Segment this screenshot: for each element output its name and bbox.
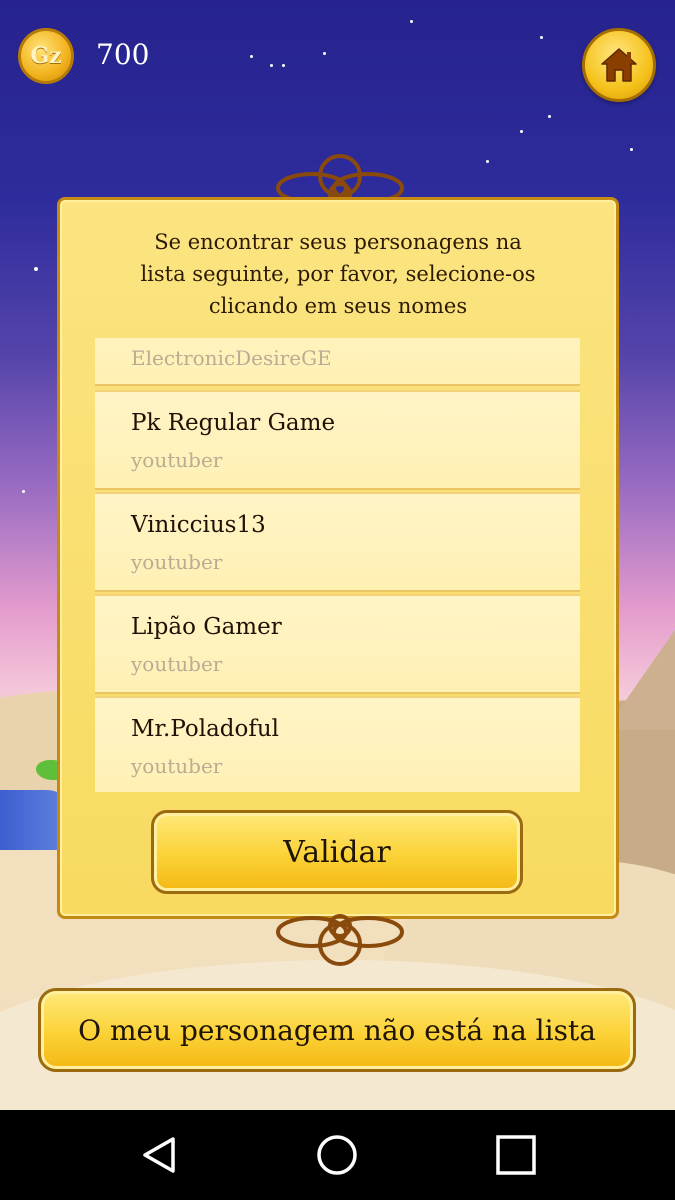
character-not-listed-button[interactable]: O meu personagem não está na lista <box>38 988 636 1072</box>
star <box>250 55 253 58</box>
instructions-line: lista seguinte, por favor, selecione-os <box>140 262 536 286</box>
instructions-line: Se encontrar seus personagens na <box>154 230 522 254</box>
character-name: ElectronicDesireGE <box>131 346 332 370</box>
validate-button[interactable]: Validar <box>151 810 523 894</box>
star <box>630 148 633 151</box>
character-subtitle: youtuber <box>131 652 223 676</box>
instructions-line: clicando em seus nomes <box>208 294 468 318</box>
character-list-item[interactable]: Pk Regular Game youtuber <box>95 390 580 490</box>
star <box>22 490 25 493</box>
circle-home-icon <box>317 1135 357 1175</box>
nav-recents-button[interactable] <box>491 1130 541 1180</box>
star <box>410 20 413 23</box>
character-list-item[interactable]: ElectronicDesireGE <box>95 338 580 386</box>
star <box>323 52 326 55</box>
nav-back-button[interactable] <box>134 1130 184 1180</box>
coin-balance: 700 <box>96 38 150 71</box>
star <box>282 64 285 67</box>
star <box>34 267 38 271</box>
square-recents-icon <box>496 1135 536 1175</box>
character-subtitle: youtuber <box>131 448 223 472</box>
home-icon <box>601 48 637 82</box>
star <box>520 130 523 133</box>
character-name: Lipão Gamer <box>131 614 282 640</box>
coin-label: Gz <box>30 43 62 69</box>
instructions-text: Se encontrar seus personagens na lista s… <box>80 226 596 322</box>
nav-home-button[interactable] <box>312 1130 362 1180</box>
character-list-item[interactable]: Viniccius13 youtuber <box>95 492 580 592</box>
character-name: Viniccius13 <box>131 512 266 538</box>
character-subtitle: youtuber <box>131 550 223 574</box>
character-list-item[interactable]: Mr.Poladoful youtuber <box>95 696 580 792</box>
bottom-ornament <box>276 914 404 966</box>
character-name: Mr.Poladoful <box>131 716 280 742</box>
back-triangle-icon <box>143 1137 175 1173</box>
character-list[interactable]: ElectronicDesireGE Pk Regular Game youtu… <box>95 338 580 792</box>
star <box>540 36 543 39</box>
star <box>270 64 273 67</box>
gz-coin-icon: Gz <box>18 28 74 84</box>
character-list-item[interactable]: Lipão Gamer youtuber <box>95 594 580 694</box>
character-name: Pk Regular Game <box>131 410 336 436</box>
star <box>486 160 489 163</box>
home-button[interactable] <box>582 28 656 102</box>
character-subtitle: youtuber <box>131 754 223 778</box>
star <box>548 115 551 118</box>
